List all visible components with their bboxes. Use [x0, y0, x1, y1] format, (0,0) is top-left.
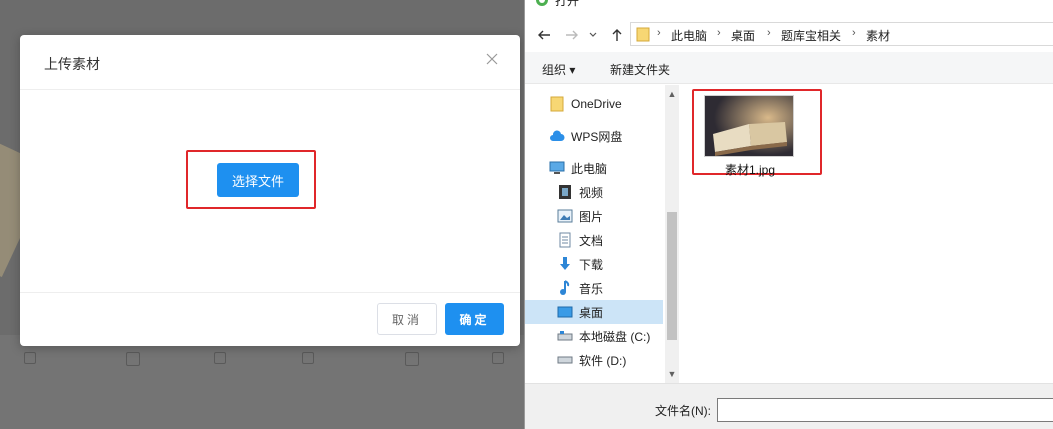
new-folder-button[interactable]: 新建文件夹: [610, 61, 670, 78]
edit-icon: [214, 352, 226, 364]
checkbox: [126, 352, 140, 366]
cloud-icon: [549, 128, 565, 144]
nav-item-label: 下载: [579, 257, 604, 272]
picture-icon: [557, 208, 573, 224]
chevron-down-icon[interactable]: [588, 26, 598, 44]
background-toolbar-strip: [0, 335, 524, 429]
modal-body: 选择文件: [20, 90, 520, 293]
nav-item-drive-d[interactable]: 软件 (D:): [525, 348, 663, 372]
breadcrumb-separator: ›: [852, 27, 856, 39]
dialog-titlebar: 打开: [525, 0, 1053, 10]
open-file-dialog: 打开 › 此电脑 › 桌面 › 题库宝相关 › 素材 组织 ▾ 新建文件夹 On…: [524, 0, 1053, 429]
breadcrumb-separator: ›: [657, 27, 661, 39]
download-icon: [557, 256, 573, 272]
nav-item-label: 此电脑: [571, 161, 608, 176]
breadcrumb-item[interactable]: 桌面: [731, 27, 755, 44]
file-list: 素材1.jpg: [680, 85, 1053, 383]
filename-label: 文件名(N):: [655, 404, 711, 418]
organize-button[interactable]: 组织 ▾: [542, 61, 575, 78]
checkbox: [405, 352, 419, 366]
dialog-toolbar: 组织 ▾ 新建文件夹: [525, 52, 1053, 84]
file-name: 素材1.jpg: [724, 163, 776, 177]
trash-icon: [24, 352, 36, 364]
filename-input[interactable]: [717, 398, 1053, 422]
modal-header: 上传素材: [20, 35, 520, 90]
breadcrumb-item[interactable]: 题库宝相关: [781, 27, 841, 44]
dialog-title: 打开: [555, 0, 580, 8]
ok-button[interactable]: 确定: [445, 303, 504, 335]
up-arrow-icon[interactable]: [608, 26, 626, 44]
image-thumbnail: [704, 95, 794, 157]
nav-item-label: 音乐: [579, 281, 604, 296]
forward-arrow-icon[interactable]: [563, 26, 581, 44]
scroll-down-icon[interactable]: ▼: [665, 367, 679, 381]
cancel-button[interactable]: 取消: [377, 303, 437, 335]
navigation-pane: OneDrive WPS网盘 此电脑 视频 图片 文档 下载 音乐 桌面 本地磁…: [525, 85, 680, 383]
nav-item-label: 视频: [579, 185, 604, 200]
music-icon: [557, 280, 573, 296]
document-icon: [557, 232, 573, 248]
nav-item-documents[interactable]: 文档: [525, 228, 663, 252]
breadcrumb-separator: ›: [717, 27, 721, 39]
breadcrumb-separator: ›: [767, 27, 771, 39]
nav-item-desktop[interactable]: 桌面: [525, 300, 663, 324]
app-icon: [535, 0, 549, 8]
breadcrumb-item[interactable]: 此电脑: [671, 27, 707, 44]
nav-item-label: 图片: [579, 209, 604, 224]
edit-icon: [492, 352, 504, 364]
nav-scrollbar[interactable]: ▲ ▼: [665, 85, 679, 383]
nav-item-label: OneDrive: [571, 97, 622, 111]
nav-item-music[interactable]: 音乐: [525, 276, 663, 300]
file-item[interactable]: 素材1.jpg: [694, 93, 806, 177]
back-arrow-icon[interactable]: [535, 26, 553, 44]
nav-item-video[interactable]: 视频: [525, 180, 663, 204]
select-file-button[interactable]: 选择文件: [217, 163, 299, 197]
dialog-bottom-bar: 文件名(N):: [525, 383, 1053, 429]
close-icon[interactable]: [484, 51, 500, 67]
nav-item-label: 桌面: [579, 305, 604, 320]
computer-icon: [549, 160, 565, 176]
nav-item-pictures[interactable]: 图片: [525, 204, 663, 228]
drive-icon: [557, 328, 573, 344]
scroll-up-icon[interactable]: ▲: [665, 87, 679, 101]
nav-item-this-pc[interactable]: 此电脑: [525, 156, 663, 180]
breadcrumb-item[interactable]: 素材: [866, 27, 890, 44]
nav-item-label: WPS网盘: [571, 129, 623, 144]
folder-icon: [636, 26, 650, 42]
modal-title: 上传素材: [44, 56, 100, 72]
upload-modal: 上传素材 选择文件 取消 确定: [20, 35, 520, 346]
scrollbar-thumb[interactable]: [667, 212, 677, 340]
video-icon: [557, 184, 573, 200]
drive-icon: [557, 352, 573, 368]
folder-icon: [549, 96, 565, 112]
nav-item-downloads[interactable]: 下载: [525, 252, 663, 276]
address-bar[interactable]: › 此电脑 › 桌面 › 题库宝相关 › 素材: [630, 22, 1053, 46]
nav-item-label: 本地磁盘 (C:): [579, 329, 651, 344]
nav-item-drive-c[interactable]: 本地磁盘 (C:): [525, 324, 663, 348]
nav-item-onedrive[interactable]: OneDrive: [525, 92, 663, 116]
desktop-icon: [557, 304, 573, 320]
trash-icon: [302, 352, 314, 364]
nav-item-label: 文档: [579, 233, 604, 248]
nav-item-label: 软件 (D:): [579, 353, 627, 368]
nav-item-wps[interactable]: WPS网盘: [525, 124, 663, 148]
